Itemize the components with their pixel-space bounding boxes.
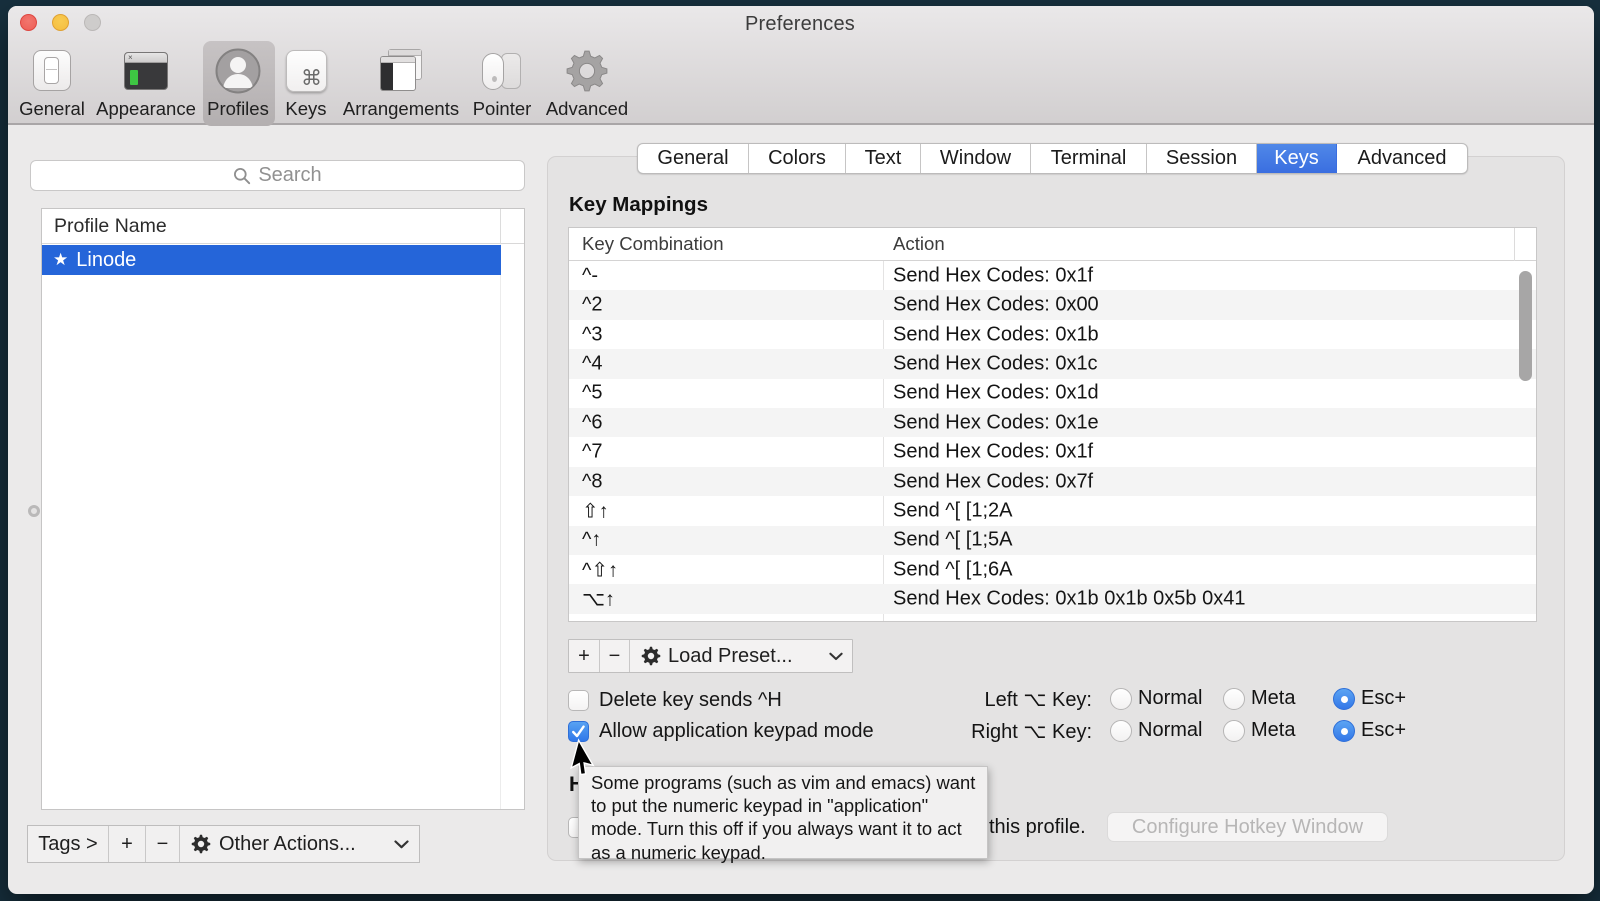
keys-icon: ⌘ xyxy=(283,48,329,94)
search-placeholder: Search xyxy=(258,164,321,187)
tab-window[interactable]: Window xyxy=(921,144,1031,173)
table-row[interactable]: ^4Send Hex Codes: 0x1c xyxy=(569,349,1536,378)
load-preset-button[interactable]: Load Preset... xyxy=(630,640,852,672)
table-row[interactable]: ⌥↑Send Hex Codes: 0x1b 0x1b 0x5b 0x41 xyxy=(569,584,1536,613)
left-option-meta-label: Meta xyxy=(1251,687,1295,710)
left-option-normal-radio[interactable] xyxy=(1110,688,1132,710)
minimize-button[interactable] xyxy=(52,14,69,31)
tab-colors[interactable]: Colors xyxy=(749,144,846,173)
add-profile-button[interactable]: + xyxy=(109,826,146,862)
left-option-esc-radio[interactable] xyxy=(1333,688,1355,710)
remove-mapping-button[interactable]: − xyxy=(600,640,630,672)
tab-text[interactable]: Text xyxy=(846,144,921,173)
search-icon xyxy=(233,167,251,185)
left-option-normal-label: Normal xyxy=(1138,687,1202,710)
right-option-meta-radio[interactable] xyxy=(1223,720,1245,742)
table-row[interactable]: ^↑Send ^[ [1;5A xyxy=(569,526,1536,555)
remove-profile-button[interactable]: − xyxy=(146,826,180,862)
profile-list-header: Profile Name xyxy=(42,209,524,244)
add-mapping-button[interactable]: + xyxy=(569,640,600,672)
chevron-down-icon xyxy=(829,652,843,661)
tab-terminal[interactable]: Terminal xyxy=(1031,144,1147,173)
right-option-esc-label: Esc+ xyxy=(1361,719,1406,742)
right-option-meta-label: Meta xyxy=(1251,719,1295,742)
col-action: Action xyxy=(893,228,945,260)
chevron-down-icon xyxy=(394,840,409,849)
advanced-gear-icon xyxy=(564,48,610,94)
table-row[interactable]: ^3Send Hex Codes: 0x1b xyxy=(569,320,1536,349)
table-row[interactable]: ^6Send Hex Codes: 0x1e xyxy=(569,408,1536,437)
table-row[interactable]: ^2Send Hex Codes: 0x00 xyxy=(569,290,1536,319)
profile-row-linode[interactable]: ★ Linode xyxy=(42,245,501,275)
tab-advanced[interactable]: Advanced xyxy=(1337,144,1467,173)
table-row[interactable]: ^⇧↑Send ^[ [1;6A xyxy=(569,555,1536,584)
hotkey-label-fragment: this profile. xyxy=(989,816,1086,839)
arrangements-icon xyxy=(378,48,424,94)
tab-keys[interactable]: Keys xyxy=(1257,144,1337,173)
other-actions-button[interactable]: Other Actions... xyxy=(180,826,419,862)
tab-general[interactable]: General xyxy=(638,144,749,173)
gear-icon xyxy=(191,834,211,854)
zoom-button[interactable] xyxy=(84,14,101,31)
table-row[interactable]: ⇧↑Send ^[ [1;2A xyxy=(569,496,1536,525)
right-option-esc-radio[interactable] xyxy=(1333,720,1355,742)
col-key-combination: Key Combination xyxy=(582,228,724,260)
table-row[interactable]: ^7Send Hex Codes: 0x1f xyxy=(569,437,1536,466)
table-row[interactable]: ^8Send Hex Codes: 0x7f xyxy=(569,467,1536,496)
gear-icon xyxy=(641,646,661,666)
delete-key-sends-checkbox[interactable] xyxy=(568,690,589,711)
left-option-meta-radio[interactable] xyxy=(1223,688,1245,710)
table-row[interactable]: ^-Send Hex Codes: 0x1f xyxy=(569,261,1536,290)
search-input[interactable]: Search xyxy=(30,160,525,191)
general-icon xyxy=(29,48,75,94)
close-button[interactable] xyxy=(20,14,37,31)
profile-name: Linode xyxy=(76,249,136,272)
default-profile-star-icon: ★ xyxy=(53,250,68,270)
profile-tabbar: General Colors Text Window Terminal Sess… xyxy=(637,143,1468,174)
profile-list: Profile Name ★ Linode xyxy=(41,208,525,810)
key-mappings-table: Key Combination Action ^-Send Hex Codes:… xyxy=(568,227,1537,622)
right-option-key-label: Right ⌥ Key: xyxy=(952,719,1092,744)
list-scroll-column-divider xyxy=(500,209,501,809)
toolbar-item-advanced[interactable]: Advanced xyxy=(527,41,647,125)
key-mapping-actions-strip: + − Load Preset... xyxy=(568,639,853,673)
command-glyph: ⌘ xyxy=(301,66,322,90)
table-rows: ^-Send Hex Codes: 0x1f ^2Send Hex Codes:… xyxy=(569,261,1536,614)
appearance-icon: × xyxy=(123,48,169,94)
keypad-mode-tooltip: Some programs (such as vim and emacs) wa… xyxy=(578,766,988,859)
table-header: Key Combination Action xyxy=(569,228,1536,261)
key-mappings-title: Key Mappings xyxy=(569,193,708,217)
left-option-key-label: Left ⌥ Key: xyxy=(952,687,1092,712)
table-row[interactable]: ^5Send Hex Codes: 0x1d xyxy=(569,379,1536,408)
left-option-esc-label: Esc+ xyxy=(1361,687,1406,710)
tab-session[interactable]: Session xyxy=(1147,144,1257,173)
window-title: Preferences xyxy=(500,13,1100,36)
delete-key-sends-label: Delete key sends ^H xyxy=(599,689,782,712)
profile-actions-strip: Tags > + − Other Actions... xyxy=(27,825,420,863)
mouse-cursor xyxy=(570,736,612,788)
pane-resize-knob[interactable] xyxy=(28,505,40,517)
configure-hotkey-window-button[interactable]: Configure Hotkey Window xyxy=(1107,812,1388,842)
tags-button[interactable]: Tags > xyxy=(28,826,109,862)
pointer-icon xyxy=(479,48,525,94)
table-scrollbar-thumb[interactable] xyxy=(1519,271,1532,381)
list-header-divider xyxy=(500,209,501,244)
right-option-normal-radio[interactable] xyxy=(1110,720,1132,742)
right-option-normal-label: Normal xyxy=(1138,719,1202,742)
table-scroll-column-divider xyxy=(1514,228,1515,261)
allow-keypad-mode-label: Allow application keypad mode xyxy=(599,720,874,743)
